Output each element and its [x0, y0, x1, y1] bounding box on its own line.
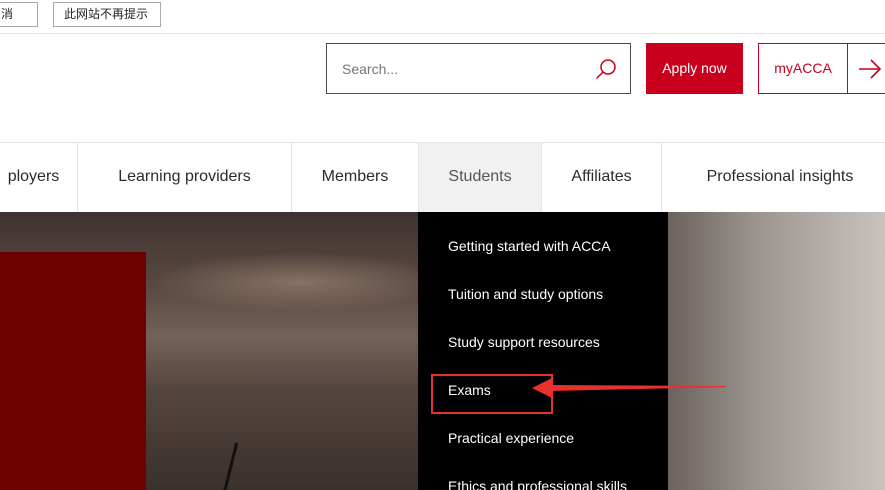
menu-item-tuition[interactable]: Tuition and study options — [448, 286, 603, 302]
apply-now-button[interactable]: Apply now — [646, 43, 743, 94]
menu-item-practical-experience[interactable]: Practical experience — [448, 430, 574, 446]
annotation-arrow-icon — [532, 377, 726, 399]
search-input[interactable] — [327, 44, 577, 93]
menu-item-ethics[interactable]: Ethics and professional skills — [448, 478, 627, 490]
hero-red-panel — [0, 252, 146, 490]
cancel-button[interactable]: 消 — [0, 2, 38, 27]
main-nav: ployers Learning providers Members Stude… — [0, 142, 885, 212]
hero-right-bg — [668, 212, 885, 490]
nav-item-professional-insights[interactable]: Professional insights — [662, 143, 885, 212]
search-icon[interactable] — [594, 57, 618, 81]
hero-pen-shape — [220, 442, 239, 490]
menu-item-study-support[interactable]: Study support resources — [448, 334, 600, 350]
menu-item-getting-started[interactable]: Getting started with ACCA — [448, 238, 611, 254]
nav-item-employers[interactable]: ployers — [0, 143, 78, 212]
arrow-right-icon — [859, 59, 882, 79]
search-box — [326, 43, 631, 94]
nav-item-learning-providers[interactable]: Learning providers — [78, 143, 292, 212]
myacca-label: myACCA — [774, 60, 832, 76]
nav-item-members[interactable]: Members — [292, 143, 419, 212]
never-show-button[interactable]: 此网站不再提示 — [53, 2, 161, 27]
nav-item-affiliates[interactable]: Affiliates — [542, 143, 662, 212]
nav-item-students[interactable]: Students — [419, 143, 542, 212]
hero-light-streak — [150, 252, 450, 312]
translate-bar: 消 此网站不再提示 — [0, 0, 885, 34]
myacca-divider — [847, 44, 848, 93]
students-dropdown-menu: Getting started with ACCA Tuition and st… — [418, 212, 668, 490]
page: 消 此网站不再提示 Apply now myACCA ployers Learn… — [0, 0, 885, 490]
myacca-button[interactable]: myACCA — [758, 43, 885, 94]
